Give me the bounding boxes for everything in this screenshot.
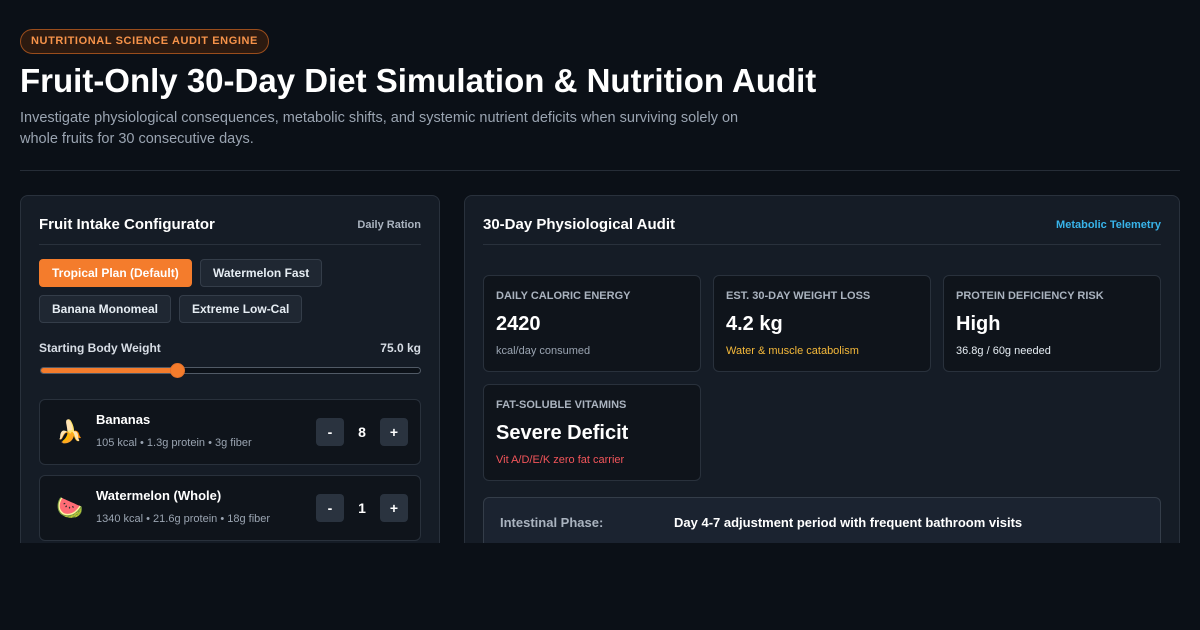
preset-tropical-plan-button[interactable]: Tropical Plan (Default) (39, 259, 192, 287)
preset-extreme-low-cal-button[interactable]: Extreme Low-Cal (179, 295, 303, 323)
metric-label: FAT-SOLUBLE VITAMINS (496, 399, 627, 411)
starting-weight-value: 75.0 kg (380, 341, 421, 355)
watermelon-quantity: 1 (358, 500, 366, 516)
audit-header: 30-Day Physiological Audit Metabolic Tel… (483, 216, 1161, 245)
metric-value: 4.2 kg (726, 313, 783, 335)
metric-note: Water & muscle catabolism (726, 345, 859, 357)
slider-fill (41, 368, 178, 373)
bananas-quantity: 8 (358, 424, 366, 440)
metric-label: DAILY CALORIC ENERGY (496, 290, 631, 302)
watermelon-decrement-button[interactable]: - (316, 494, 344, 522)
fruit-nutrition-meta: 105 kcal • 1.3g protein • 3g fiber (96, 437, 252, 449)
banana-icon: 🍌 (56, 419, 84, 444)
metric-label: PROTEIN DEFICIENCY RISK (956, 290, 1104, 302)
bananas-decrement-button[interactable]: - (316, 418, 344, 446)
metric-note: Vit A/D/E/K zero fat carrier (496, 454, 625, 466)
metric-note: 36.8g / 60g needed (956, 345, 1051, 357)
metric-daily-caloric-energy: DAILY CALORIC ENERGY 2420 kcal/day consu… (483, 275, 701, 372)
metric-protein-deficiency-risk: PROTEIN DEFICIENCY RISK High 36.8g / 60g… (943, 275, 1161, 372)
page-title: Fruit-Only 30-Day Diet Simulation & Nutr… (20, 62, 817, 99)
intestinal-phase-text: Day 4-7 adjustment period with frequent … (674, 515, 1023, 530)
header-badge: NUTRITIONAL SCIENCE AUDIT ENGINE (20, 29, 269, 54)
fruit-name: Bananas (96, 412, 151, 427)
page-subtitle: Investigate physiological consequences, … (20, 110, 739, 147)
intestinal-phase-card: Intestinal Phase: Day 4-7 adjustment per… (483, 497, 1161, 543)
watermelon-icon: 🍉 (56, 495, 84, 520)
intestinal-phase-label: Intestinal Phase: (500, 515, 604, 530)
fruit-card-bananas: 🍌 Bananas 105 kcal • 1.3g protein • 3g f… (39, 399, 421, 465)
physiological-audit-panel: 30-Day Physiological Audit Metabolic Tel… (464, 195, 1180, 543)
metric-note: kcal/day consumed (496, 345, 591, 357)
starting-weight-slider[interactable] (40, 363, 421, 378)
daily-ration-tag: Daily Ration (357, 219, 421, 231)
configurator-header: Fruit Intake Configurator Daily Ration (39, 216, 421, 245)
fruit-nutrition-meta: 1340 kcal • 21.6g protein • 18g fiber (96, 513, 271, 525)
metric-value: 2420 (496, 313, 541, 335)
metric-value: High (956, 313, 1001, 335)
fruit-name: Watermelon (Whole) (96, 488, 222, 503)
starting-weight-label: Starting Body Weight (39, 341, 161, 355)
audit-title: 30-Day Physiological Audit (483, 216, 675, 233)
metric-fat-soluble-vitamins: FAT-SOLUBLE VITAMINS Severe Deficit Vit … (483, 384, 701, 481)
bananas-increment-button[interactable]: + (380, 418, 408, 446)
metric-label: EST. 30-DAY WEIGHT LOSS (726, 290, 871, 302)
preset-watermelon-fast-button[interactable]: Watermelon Fast (200, 259, 323, 287)
fruit-intake-configurator-panel: Fruit Intake Configurator Daily Ration T… (20, 195, 440, 543)
fruit-card-watermelon: 🍉 Watermelon (Whole) 1340 kcal • 21.6g p… (39, 475, 421, 541)
preset-banana-monomeal-button[interactable]: Banana Monomeal (39, 295, 172, 323)
metric-weight-loss: EST. 30-DAY WEIGHT LOSS 4.2 kg Water & m… (713, 275, 931, 372)
metric-value: Severe Deficit (496, 422, 629, 444)
slider-thumb[interactable] (170, 363, 186, 378)
watermelon-increment-button[interactable]: + (380, 494, 408, 522)
page-viewport: NUTRITIONAL SCIENCE AUDIT ENGINE Fruit-O… (0, 0, 1200, 543)
configurator-title: Fruit Intake Configurator (39, 216, 215, 233)
header-divider (20, 170, 1180, 171)
metabolic-telemetry-tag: Metabolic Telemetry (1056, 219, 1161, 231)
